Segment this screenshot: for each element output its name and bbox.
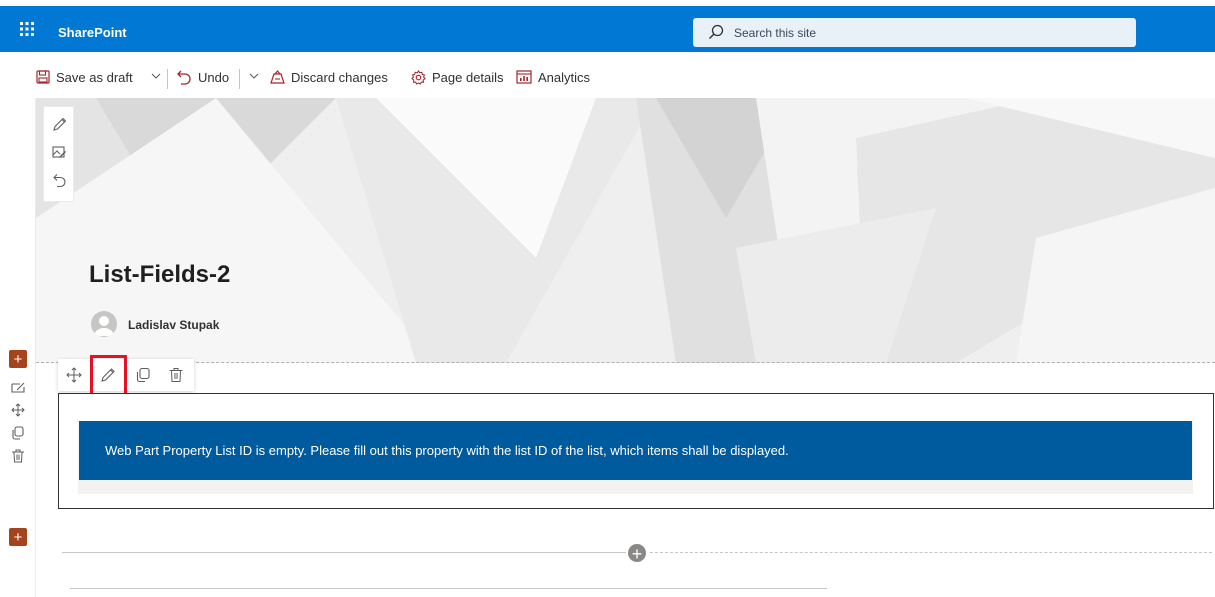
divider: [167, 69, 168, 89]
pencil-icon[interactable]: [52, 117, 67, 132]
discard-icon: [270, 69, 285, 84]
undo-icon: [177, 70, 191, 85]
search-icon: [709, 24, 724, 39]
app-name[interactable]: SharePoint: [58, 25, 127, 40]
undo-icon[interactable]: [52, 173, 67, 188]
section-toolbar-rail: [0, 98, 36, 597]
edit-section-icon[interactable]: [11, 380, 25, 394]
command-bar: Save as draft Undo Discard changes Page …: [0, 56, 1215, 96]
webpart-message: Web Part Property List ID is empty. Plea…: [79, 421, 1192, 480]
move-icon[interactable]: [66, 367, 82, 383]
search-box[interactable]: Search this site: [693, 18, 1136, 47]
add-section-button[interactable]: +: [9, 528, 27, 546]
title-area-toolbar: [43, 106, 74, 202]
discard-changes-label: Discard changes: [291, 69, 388, 85]
title-area[interactable]: List-Fields-2 Ladislav Stupak: [36, 98, 1215, 363]
divider: [239, 69, 240, 89]
webpart-message-text: Web Part Property List ID is empty. Plea…: [105, 443, 789, 458]
save-as-draft-button[interactable]: Save as draft: [36, 68, 133, 86]
search-input[interactable]: Search this site: [734, 26, 816, 40]
duplicate-icon[interactable]: [135, 367, 151, 383]
analytics-label: Analytics: [538, 69, 591, 85]
section-divider: [62, 552, 626, 553]
content-divider: [70, 588, 827, 589]
avatar: [91, 311, 117, 337]
waffle-icon[interactable]: [20, 22, 34, 36]
undo-button[interactable]: Undo: [176, 68, 229, 86]
move-icon[interactable]: [11, 403, 25, 417]
section-boundary: [36, 362, 1215, 363]
trash-icon[interactable]: [11, 449, 25, 463]
plus-icon: +: [631, 544, 643, 564]
page-details-button[interactable]: Page details: [411, 68, 504, 86]
undo-label: Undo: [198, 69, 230, 85]
gear-icon: [411, 69, 426, 85]
analytics-button[interactable]: Analytics: [516, 68, 590, 86]
page-title[interactable]: List-Fields-2: [89, 261, 230, 289]
trash-icon[interactable]: [168, 367, 184, 383]
page-details-label: Page details: [432, 69, 504, 85]
analytics-icon: [516, 70, 532, 84]
plus-icon: +: [13, 528, 23, 546]
section-divider: [650, 552, 1212, 553]
edit-highlight-box: [90, 355, 127, 397]
suite-bar: SharePoint Search this site: [0, 0, 1215, 52]
save-icon: [36, 70, 50, 84]
duplicate-icon[interactable]: [11, 426, 25, 440]
add-webpart-button[interactable]: +: [626, 542, 648, 564]
plus-icon: +: [13, 350, 23, 368]
add-section-button[interactable]: +: [9, 350, 27, 368]
save-as-draft-label: Save as draft: [56, 69, 133, 85]
author-name[interactable]: Ladislav Stupak: [128, 318, 219, 332]
edit-image-icon[interactable]: [52, 145, 67, 160]
discard-changes-button[interactable]: Discard changes: [270, 68, 388, 86]
chevron-down-icon[interactable]: [151, 71, 161, 81]
chevron-down-icon[interactable]: [249, 71, 259, 81]
